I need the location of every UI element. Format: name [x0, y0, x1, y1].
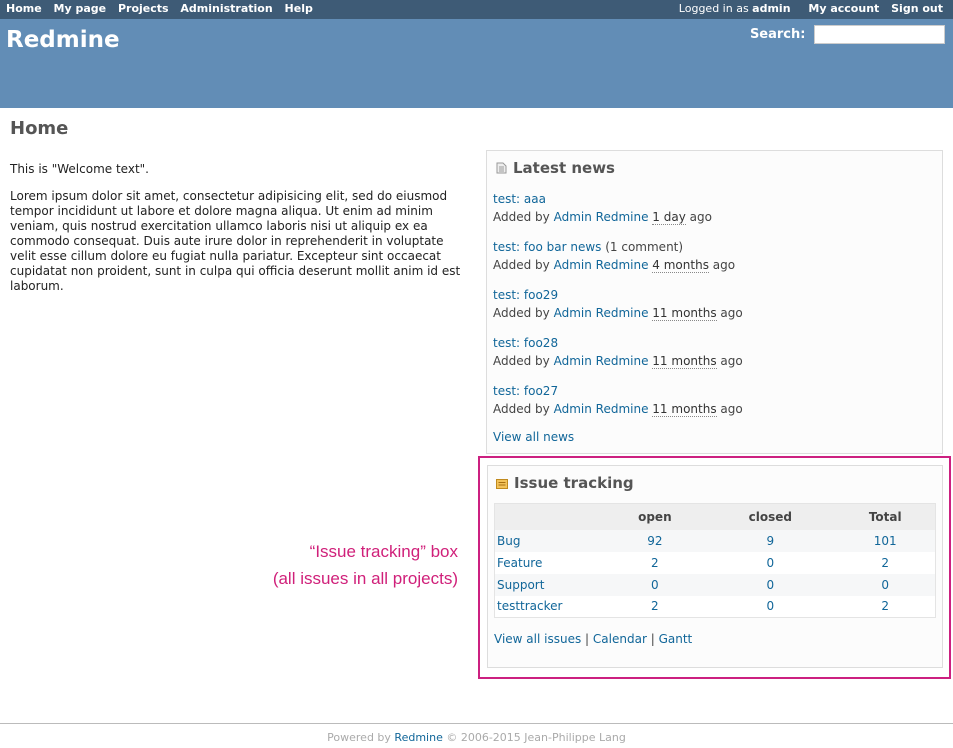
news-title-link[interactable]: test: foo27 [493, 384, 558, 398]
table-row: testtracker 2 0 2 [494, 595, 936, 618]
issue-tracking-title: Issue tracking [514, 474, 634, 492]
open-count-link[interactable]: 92 [647, 534, 662, 548]
issue-tracking-table: open closed Total Bug 92 9 101 Feature 2… [494, 503, 936, 618]
table-row: Feature 2 0 2 [494, 551, 936, 574]
footer: Powered by Redmine © 2006-2015 Jean-Phil… [0, 723, 953, 744]
news-title-link[interactable]: test: foo29 [493, 288, 558, 302]
news-ago: ago [689, 210, 712, 224]
top-menu-projects[interactable]: Projects [118, 2, 169, 15]
app-title: Redmine [6, 27, 120, 53]
annotation-line-1: “Issue tracking” box [309, 542, 458, 561]
tracker-link[interactable]: Bug [497, 534, 520, 548]
open-count-link[interactable]: 2 [651, 599, 659, 613]
sign-out-link[interactable]: Sign out [891, 2, 943, 15]
top-menu-administration[interactable]: Administration [180, 2, 272, 15]
news-title-link[interactable]: test: aaa [493, 192, 546, 206]
column-header: Total [835, 503, 936, 530]
news-added-by: Added by [493, 402, 550, 416]
news-added-by: Added by [493, 306, 550, 320]
news-added-by: Added by [493, 210, 550, 224]
news-author-link[interactable]: Admin Redmine [554, 306, 649, 320]
news-item: test: foo bar news (1 comment) Added by … [493, 238, 735, 274]
news-ago: ago [712, 258, 736, 272]
welcome-lorem: Lorem ipsum dolor sit amet, consectetur … [10, 189, 461, 293]
news-time: 4 months [652, 258, 709, 273]
total-count-link[interactable]: 2 [881, 599, 889, 613]
closed-count-link[interactable]: 0 [767, 578, 775, 592]
news-ago: ago [720, 402, 743, 416]
tracker-link[interactable]: Feature [497, 556, 542, 570]
column-header [494, 503, 605, 530]
news-author-link[interactable]: Admin Redmine [554, 258, 649, 272]
news-time: 1 day [652, 210, 686, 225]
news-title-link[interactable]: test: foo bar news [493, 240, 601, 254]
news-ago: ago [720, 306, 743, 320]
annotation-callout: “Issue tracking” box (all issues in all … [273, 538, 458, 592]
issues-icon [496, 479, 508, 489]
header: Redmine Search: [0, 19, 953, 108]
welcome-line: This is "Welcome text". [10, 162, 149, 176]
top-menu: Home My page Projects Administration Hel… [0, 0, 953, 19]
view-all-issues-link[interactable]: View all issues [494, 632, 581, 646]
news-icon [496, 162, 507, 174]
news-comments: (1 comment) [605, 240, 684, 254]
top-menu-left: Home My page Projects Administration Hel… [6, 2, 321, 15]
footer-redmine-link[interactable]: Redmine [394, 731, 442, 744]
table-header-row: open closed Total [494, 503, 936, 530]
footer-copyright: © 2006-2015 Jean-Philippe Lang [446, 731, 626, 744]
news-author-link[interactable]: Admin Redmine [554, 402, 649, 416]
annotation-line-2: (all issues in all projects) [272, 569, 458, 588]
news-item: test: foo29 Added by Admin Redmine 11 mo… [493, 286, 743, 322]
total-count-link[interactable]: 101 [874, 534, 897, 548]
open-count-link[interactable]: 0 [651, 578, 659, 592]
gantt-link[interactable]: Gantt [659, 632, 693, 646]
news-author-link[interactable]: Admin Redmine [554, 354, 649, 368]
link-separator: | [650, 632, 655, 646]
latest-news-box: Latest news test: aaa Added by Admin Red… [486, 150, 943, 454]
search-label: Search: [749, 27, 806, 42]
calendar-link[interactable]: Calendar [593, 632, 647, 646]
news-time: 11 months [652, 402, 717, 417]
welcome-text: This is "Welcome text". Lorem ipsum dolo… [10, 162, 470, 306]
closed-count-link[interactable]: 0 [767, 599, 775, 613]
my-account-link[interactable]: My account [808, 2, 879, 15]
news-item: test: aaa Added by Admin Redmine 1 day a… [493, 190, 712, 226]
logged-user-link[interactable]: admin [752, 2, 790, 15]
logged-as: Logged in as admin [679, 2, 791, 15]
news-ago: ago [720, 354, 743, 368]
top-menu-my-page[interactable]: My page [54, 2, 107, 15]
top-menu-home[interactable]: Home [6, 2, 42, 15]
top-menu-right: Logged in as admin My account Sign out [679, 2, 943, 15]
search-input[interactable] [814, 25, 945, 44]
open-count-link[interactable]: 2 [651, 556, 659, 570]
closed-count-link[interactable]: 9 [767, 534, 775, 548]
table-row: Bug 92 9 101 [494, 529, 936, 552]
tracker-link[interactable]: testtracker [497, 599, 562, 613]
issue-tracking-box: Issue tracking open closed Total Bug 92 … [487, 465, 943, 668]
total-count-link[interactable]: 2 [881, 556, 889, 570]
news-item: test: foo28 Added by Admin Redmine 11 mo… [493, 334, 743, 370]
news-time: 11 months [652, 306, 717, 321]
tracker-link[interactable]: Support [497, 578, 544, 592]
view-all-news-link[interactable]: View all news [493, 430, 574, 444]
column-header: closed [705, 503, 836, 530]
news-added-by: Added by [493, 354, 550, 368]
logged-as-label: Logged in as [678, 2, 749, 15]
top-menu-help[interactable]: Help [285, 2, 313, 15]
news-item: test: foo27 Added by Admin Redmine 11 mo… [493, 382, 743, 418]
quick-search: Search: [750, 25, 945, 44]
news-title-link[interactable]: test: foo28 [493, 336, 558, 350]
news-time: 11 months [652, 354, 717, 369]
link-separator: | [585, 632, 590, 646]
latest-news-title: Latest news [513, 159, 615, 177]
page-title: Home [10, 118, 69, 139]
total-count-link[interactable]: 0 [881, 578, 889, 592]
table-row: Support 0 0 0 [494, 573, 936, 596]
closed-count-link[interactable]: 0 [767, 556, 775, 570]
footer-prefix: Powered by [327, 731, 391, 744]
issue-links: View all issues | Calendar | Gantt [494, 632, 692, 646]
news-author-link[interactable]: Admin Redmine [554, 210, 649, 224]
column-header: open [604, 503, 706, 530]
news-added-by: Added by [493, 258, 550, 272]
